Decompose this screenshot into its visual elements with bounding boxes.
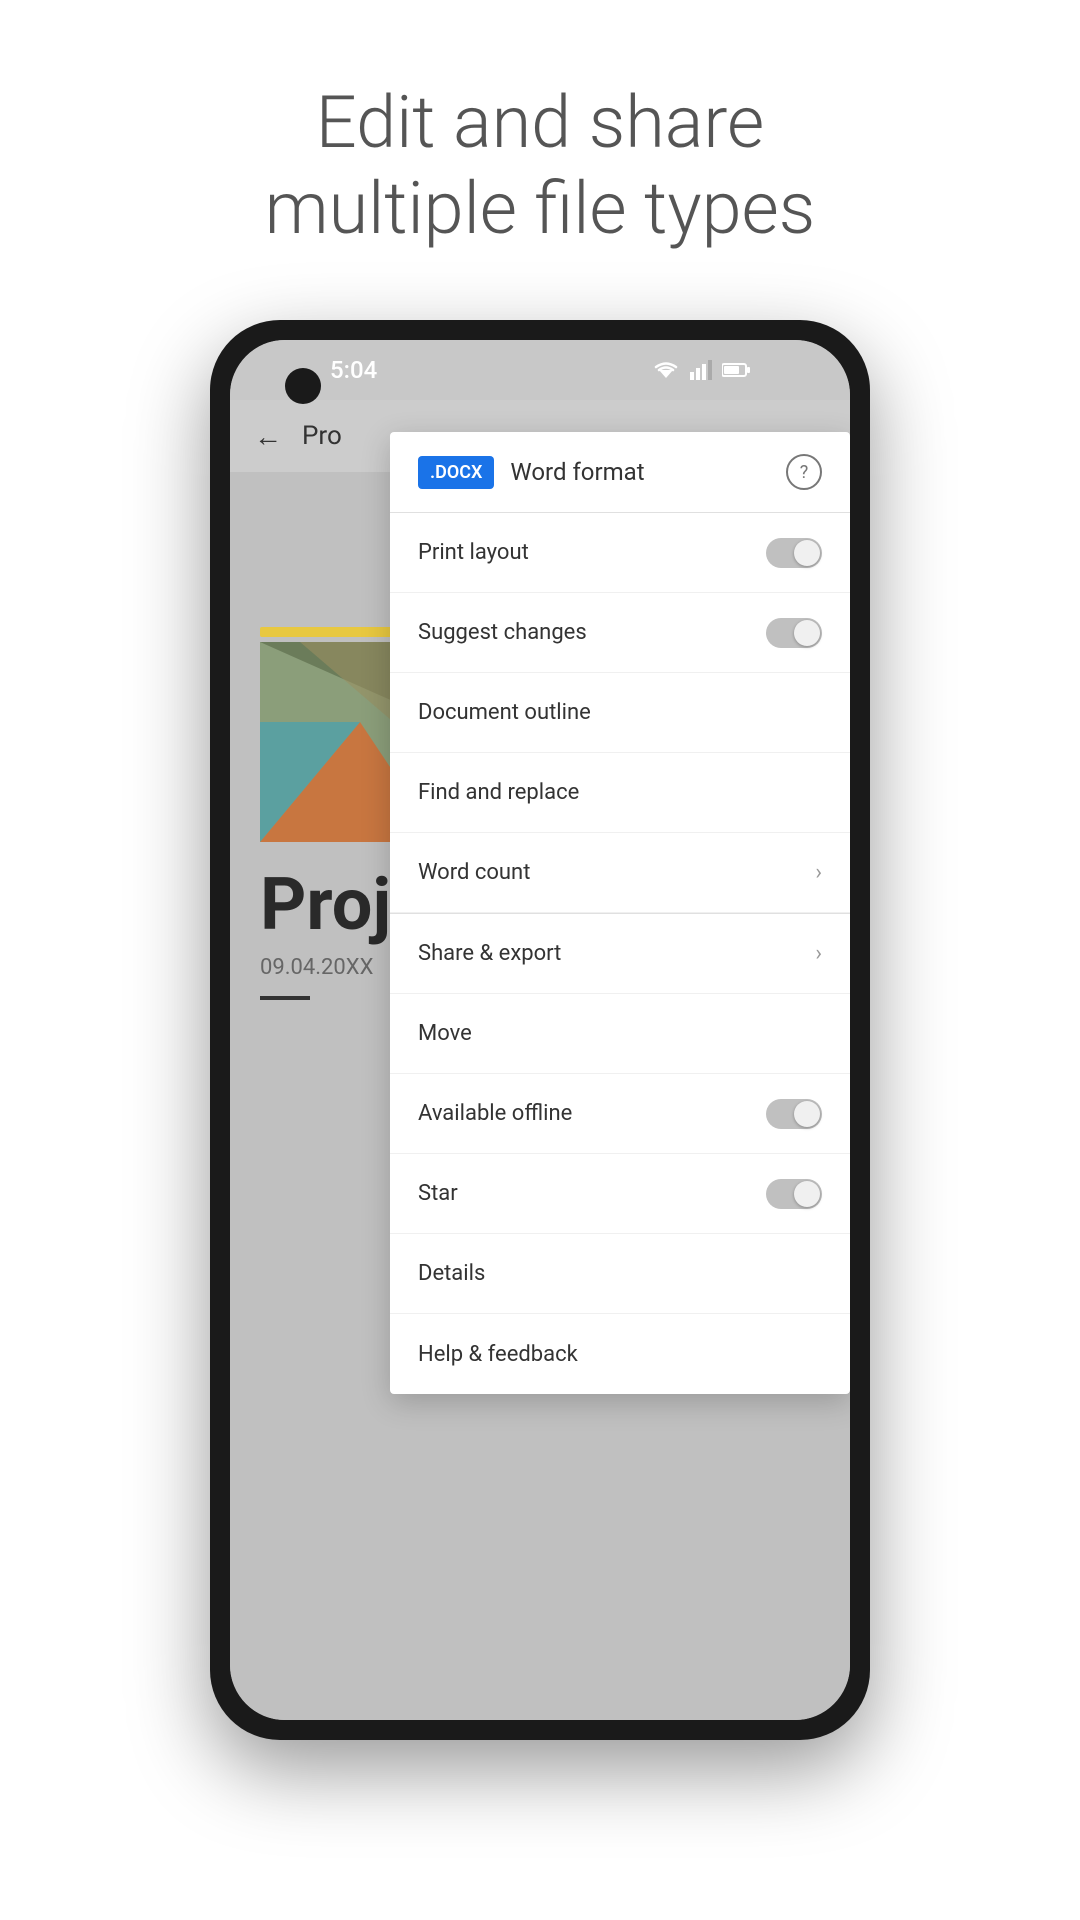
menu-item-share-export[interactable]: Share & export › — [390, 914, 850, 994]
menu-item-help-feedback[interactable]: Help & feedback — [390, 1314, 850, 1394]
phone-frame: 5:04 — [210, 320, 870, 1740]
page-title: Edit and share multiple file types — [0, 0, 1080, 313]
menu-format-label: Word format — [510, 458, 786, 486]
word-count-label: Word count — [418, 860, 815, 885]
doc-line — [260, 996, 310, 1000]
menu-item-move[interactable]: Move — [390, 994, 850, 1074]
document-text: Proj 09.04.20XX — [260, 862, 391, 1000]
menu-item-available-offline[interactable]: Available offline — [390, 1074, 850, 1154]
available-offline-toggle[interactable] — [766, 1099, 822, 1129]
suggest-changes-label: Suggest changes — [418, 620, 766, 645]
battery-icon — [722, 362, 750, 378]
document-outline-label: Document outline — [418, 700, 822, 725]
suggest-changes-toggle[interactable] — [766, 618, 822, 648]
status-bar: 5:04 — [230, 340, 850, 400]
status-icons — [652, 360, 750, 380]
share-export-label: Share & export — [418, 941, 815, 966]
menu-item-find-replace[interactable]: Find and replace — [390, 753, 850, 833]
phone-screen: 5:04 — [230, 340, 850, 1720]
print-layout-label: Print layout — [418, 540, 766, 565]
back-button[interactable]: ← — [254, 420, 282, 453]
details-label: Details — [418, 1261, 822, 1286]
move-label: Move — [418, 1021, 822, 1046]
star-toggle[interactable] — [766, 1179, 822, 1209]
doc-heading: Proj — [260, 862, 391, 947]
menu-item-document-outline[interactable]: Document outline — [390, 673, 850, 753]
menu-item-print-layout[interactable]: Print layout — [390, 513, 850, 593]
print-layout-toggle[interactable] — [766, 538, 822, 568]
doc-date: 09.04.20XX — [260, 955, 391, 980]
camera-hole — [285, 368, 321, 404]
help-feedback-label: Help & feedback — [418, 1342, 822, 1367]
wifi-icon — [652, 360, 680, 380]
available-offline-label: Available offline — [418, 1101, 766, 1126]
menu-item-word-count[interactable]: Word count › — [390, 833, 850, 913]
dropdown-menu: .DOCX Word format ? Print layout Suggest… — [390, 432, 850, 1394]
signal-icon — [690, 360, 712, 380]
status-time: 5:04 — [330, 356, 377, 384]
menu-header: .DOCX Word format ? — [390, 432, 850, 513]
share-export-chevron: › — [815, 941, 822, 966]
help-button[interactable]: ? — [786, 454, 822, 490]
menu-item-details[interactable]: Details — [390, 1234, 850, 1314]
find-replace-label: Find and replace — [418, 780, 822, 805]
docx-badge: .DOCX — [418, 456, 494, 489]
star-label: Star — [418, 1181, 766, 1206]
doc-title-toolbar: Pro — [302, 421, 342, 451]
menu-item-star[interactable]: Star — [390, 1154, 850, 1234]
word-count-chevron: › — [815, 860, 822, 885]
menu-item-suggest-changes[interactable]: Suggest changes — [390, 593, 850, 673]
